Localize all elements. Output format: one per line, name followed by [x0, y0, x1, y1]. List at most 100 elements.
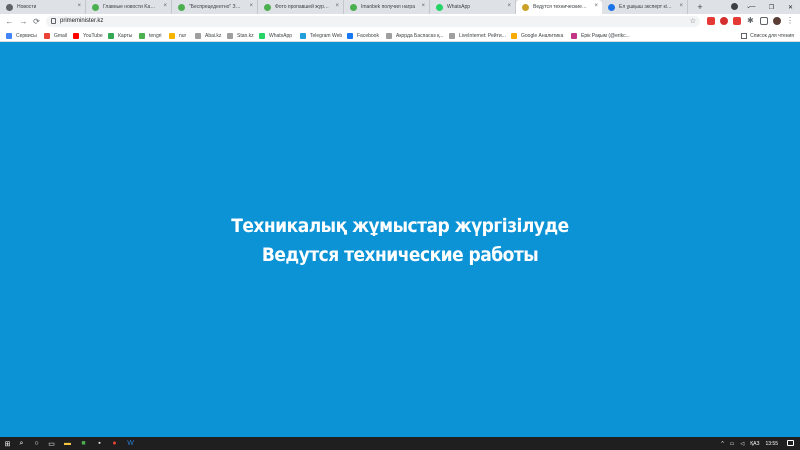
- bookmark-favicon-icon: [511, 33, 517, 39]
- bookmark-label: Stan.kz: [237, 33, 254, 39]
- globe-icon: [6, 4, 13, 11]
- bookmark-favicon-icon: [347, 33, 353, 39]
- reading-mode-icon[interactable]: [760, 17, 768, 25]
- word-icon[interactable]: W: [126, 439, 135, 448]
- headline-kazakh: Техникалық жұмыстар жүргізілуде: [231, 215, 569, 237]
- forward-button[interactable]: →: [18, 16, 29, 27]
- system-tray: ^ ▭ ◁ ҚАЗ 13:55: [721, 439, 778, 448]
- app-icon[interactable]: ■: [79, 439, 88, 448]
- bookmark-item[interactable]: WhatsApp: [259, 32, 292, 40]
- puzzle-icon[interactable]: ✱: [747, 17, 755, 25]
- bookmark-item[interactable]: Telegram Web: [300, 32, 342, 40]
- browser-tab[interactable]: WhatsApp ×: [430, 0, 516, 14]
- cortana-icon[interactable]: ○: [32, 439, 41, 448]
- app-icon[interactable]: ▪: [95, 439, 104, 448]
- search-icon[interactable]: ⌕: [17, 439, 26, 448]
- bookmark-item[interactable]: Stan.kz: [227, 32, 254, 40]
- extension-icon[interactable]: [707, 17, 715, 25]
- bookmark-item[interactable]: YouTube: [73, 32, 103, 40]
- close-tab-icon[interactable]: ×: [77, 3, 81, 9]
- minimize-button[interactable]: —: [743, 4, 762, 10]
- task-view-icon[interactable]: ▭: [47, 439, 56, 448]
- file-explorer-icon[interactable]: ▬: [63, 439, 72, 448]
- bookmark-item[interactable]: Ақорда Баспасөз қ...: [386, 32, 443, 40]
- url-text[interactable]: primeminister.kz: [60, 18, 103, 24]
- bookmark-item[interactable]: tengri: [139, 32, 162, 40]
- tab-title: Главные новости Kazakhstan: [103, 4, 157, 10]
- bookmark-favicon-icon: [571, 33, 577, 39]
- bookmark-label: Gmail: [54, 33, 68, 39]
- bookmark-item[interactable]: Сервисы: [6, 32, 37, 40]
- new-tab-button[interactable]: +: [693, 0, 707, 14]
- close-tab-icon[interactable]: ×: [679, 3, 683, 9]
- maintenance-page: Техникалық жұмыстар жүргізілуде Ведутся …: [0, 42, 800, 437]
- chart-icon: [608, 4, 615, 11]
- bookmark-item[interactable]: Facebook: [347, 32, 379, 40]
- language-indicator[interactable]: ҚАЗ: [750, 441, 759, 447]
- browser-tab[interactable]: Ел ұшқыш эксперт кідеп ×: [602, 0, 688, 14]
- tab-title: Imanbek получил награ: [361, 4, 415, 10]
- media-control-icon[interactable]: [731, 3, 738, 10]
- bookmark-item[interactable]: Карты: [108, 32, 132, 40]
- close-tab-icon[interactable]: ×: [249, 3, 253, 9]
- menu-icon[interactable]: ⋮: [786, 16, 794, 25]
- browser-toolbar: ← → ⟳ primeminister.kz ☆ ✱ ⋮: [0, 14, 800, 29]
- bookmark-favicon-icon: [139, 33, 145, 39]
- bookmark-item[interactable]: Google Аналитика: [511, 32, 563, 40]
- whatsapp-icon: [436, 4, 443, 11]
- notification-icon[interactable]: [787, 440, 794, 446]
- bookmark-favicon-icon: [386, 33, 392, 39]
- headline-russian: Ведутся технические работы: [261, 244, 539, 266]
- browser-tab[interactable]: Фото пропавшей журбоя ×: [258, 0, 344, 14]
- back-button[interactable]: ←: [4, 16, 15, 27]
- volume-icon[interactable]: ◁: [740, 441, 744, 447]
- bookmark-favicon-icon: [169, 33, 175, 39]
- bookmark-item[interactable]: Ерік Рақым (@erikc...: [571, 32, 630, 40]
- bookmark-label: LiveInternet: Рейти...: [459, 33, 506, 39]
- close-tab-icon[interactable]: ×: [421, 3, 425, 9]
- chevron-up-icon[interactable]: ^: [721, 441, 723, 447]
- bookmarks-bar: Список для чтения Сервисы Gmail YouTube Кар…: [0, 29, 800, 42]
- bookmark-favicon-icon: [195, 33, 201, 39]
- restore-button[interactable]: ❐: [762, 4, 781, 11]
- close-tab-icon[interactable]: ×: [163, 3, 167, 9]
- browser-tab[interactable]: Главные новости Kazakhstan ×: [86, 0, 172, 14]
- reading-list-label: Список для чтения: [750, 33, 794, 39]
- address-bar[interactable]: primeminister.kz ☆: [46, 16, 700, 27]
- bookmark-favicon-icon: [259, 33, 265, 39]
- extension-icon[interactable]: [733, 17, 741, 25]
- browser-tab[interactable]: Новости ×: [0, 0, 86, 14]
- window-controls: — ❐ ✕: [743, 0, 800, 14]
- bookmark-item[interactable]: Gmail: [44, 32, 67, 40]
- browser-tab[interactable]: Ведутся технические раб ×: [516, 0, 602, 14]
- lock-icon[interactable]: [51, 18, 56, 24]
- reload-button[interactable]: ⟳: [31, 16, 42, 27]
- tab-title: "Беспрецедентно" Запад: [189, 4, 243, 10]
- reading-list-button[interactable]: Список для чтения: [741, 32, 794, 40]
- news-icon: [178, 4, 185, 11]
- close-tab-icon[interactable]: ×: [335, 3, 339, 9]
- bookmark-star-icon[interactable]: ☆: [690, 17, 696, 25]
- bookmark-label: Abai.kz: [205, 33, 222, 39]
- bookmark-favicon-icon: [300, 33, 306, 39]
- bookmark-label: WhatsApp: [269, 33, 293, 39]
- clock[interactable]: 13:55: [765, 441, 778, 447]
- bookmark-label: Карты: [118, 33, 133, 39]
- bookmark-item[interactable]: Abai.kz: [195, 32, 221, 40]
- chrome-icon[interactable]: ●: [110, 439, 119, 448]
- windows-start-icon[interactable]: ⊞: [3, 439, 12, 448]
- bookmark-item[interactable]: LiveInternet: Рейти...: [449, 32, 506, 40]
- close-tab-icon[interactable]: ×: [507, 3, 511, 9]
- close-window-button[interactable]: ✕: [781, 4, 800, 11]
- bookmark-favicon-icon: [108, 33, 114, 39]
- browser-tab[interactable]: "Беспрецедентно" Запад ×: [172, 0, 258, 14]
- bookmark-label: Ақорда Баспасөз қ...: [396, 33, 444, 39]
- network-icon[interactable]: ▭: [730, 441, 735, 447]
- extension-icon[interactable]: [720, 17, 728, 25]
- browser-tab[interactable]: Imanbek получил награ ×: [344, 0, 430, 14]
- close-tab-icon[interactable]: ×: [594, 3, 598, 9]
- bookmark-label: Google Аналитика: [521, 33, 564, 39]
- bookmark-favicon-icon: [6, 33, 12, 39]
- bookmark-item[interactable]: nur: [169, 32, 186, 40]
- avatar[interactable]: [773, 17, 781, 25]
